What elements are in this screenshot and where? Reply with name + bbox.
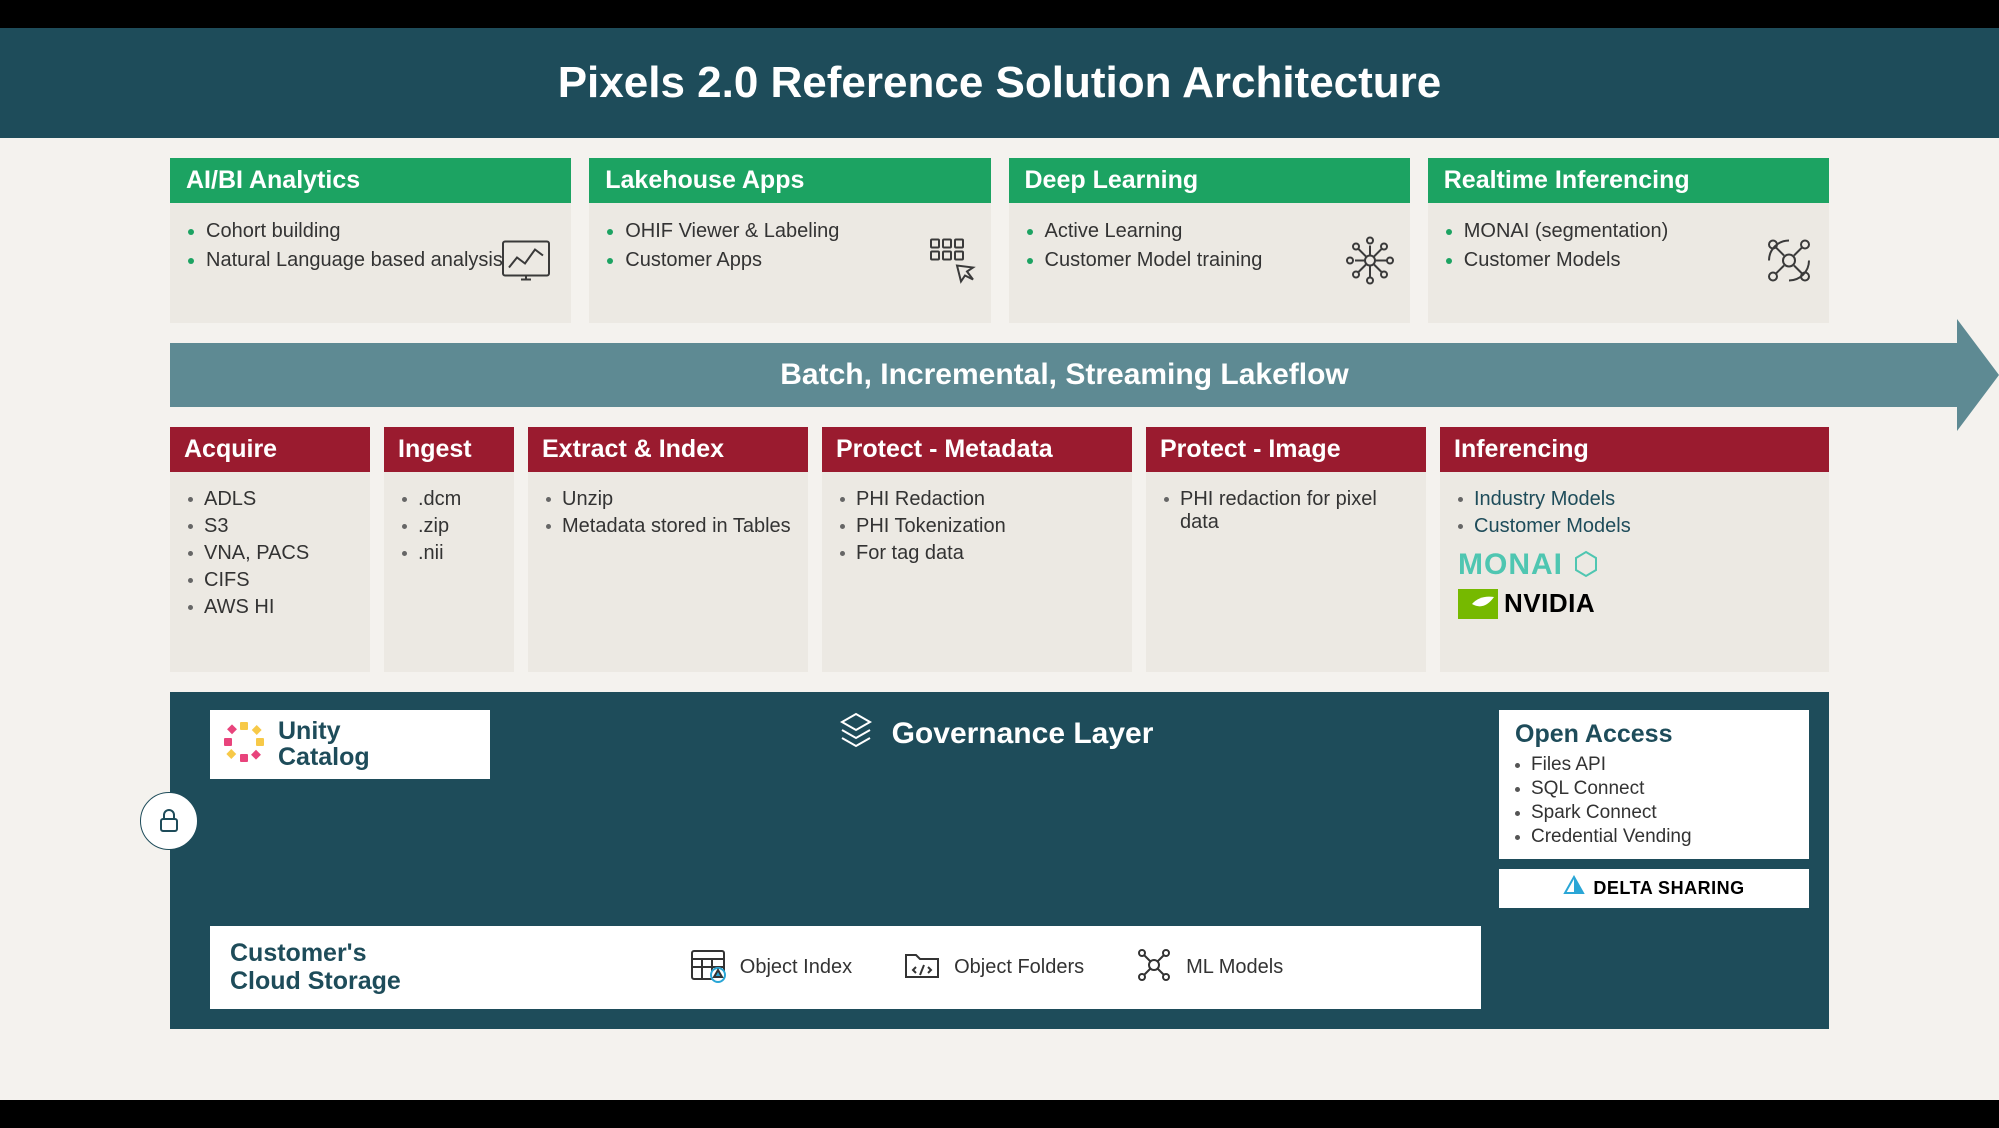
card-protect-image: Protect - Image PHI redaction for pixel …	[1146, 427, 1426, 672]
open-access-card: Open Access Files API SQL Connect Spark …	[1499, 710, 1809, 859]
list-item: Customer Apps	[607, 246, 839, 275]
list-item: .dcm	[402, 486, 500, 513]
list-item: .zip	[402, 513, 500, 540]
card-ai-bi: AI/BI Analytics Cohort building Natural …	[170, 158, 571, 323]
card-extract: Extract & Index Unzip Metadata stored in…	[528, 427, 808, 672]
list-item: PHI Redaction	[840, 486, 1118, 513]
list-item: MONAI (segmentation)	[1446, 217, 1669, 246]
card-title: Deep Learning	[1009, 158, 1410, 203]
list-item: Customer Models	[1458, 513, 1815, 540]
card-title: Lakehouse Apps	[589, 158, 990, 203]
list-item: Industry Models	[1458, 486, 1815, 513]
cloud-storage-card: Customer'sCloud Storage	[210, 926, 1481, 1009]
card-title: Protect - Metadata	[822, 427, 1132, 472]
dashboard-chart-icon	[501, 236, 557, 291]
layers-icon	[836, 710, 876, 758]
list-item: Natural Language based analysis	[188, 246, 503, 275]
pipeline-row: Acquire ADLS S3 VNA, PACS CIFS AWS HI In…	[170, 427, 1829, 672]
lock-icon	[140, 792, 198, 850]
governance-layer-title: Governance Layer	[508, 710, 1481, 758]
delta-sharing-card: DELTA SHARING	[1499, 869, 1809, 908]
storage-item-object-index: Object Index	[688, 945, 852, 991]
list-item: Spark Connect	[1515, 801, 1793, 825]
list-item: .nii	[402, 540, 500, 567]
list-item: ADLS	[188, 486, 356, 513]
inference-nodes-icon	[1763, 235, 1815, 292]
neural-net-icon	[1344, 235, 1396, 292]
card-protect-metadata: Protect - Metadata PHI Redaction PHI Tok…	[822, 427, 1132, 672]
list-item: Unzip	[546, 486, 794, 513]
list-item: Customer Model training	[1027, 246, 1263, 275]
list-item: PHI redaction for pixel data	[1164, 486, 1412, 536]
unity-catalog-label: UnityCatalog	[278, 718, 370, 771]
list-item: VNA, PACS	[188, 540, 356, 567]
code-folder-icon	[902, 945, 942, 991]
list-item: SQL Connect	[1515, 777, 1793, 801]
card-ingest: Ingest .dcm .zip .nii	[384, 427, 514, 672]
list-item: S3	[188, 513, 356, 540]
card-lakehouse-apps: Lakehouse Apps OHIF Viewer & Labeling Cu…	[589, 158, 990, 323]
grid-touch-icon	[927, 236, 977, 291]
card-title: Inferencing	[1440, 427, 1829, 472]
delta-sharing-icon	[1563, 875, 1585, 902]
card-title: Protect - Image	[1146, 427, 1426, 472]
list-item: Credential Vending	[1515, 825, 1793, 849]
unity-catalog-card: UnityCatalog	[210, 710, 490, 779]
card-acquire: Acquire ADLS S3 VNA, PACS CIFS AWS HI	[170, 427, 370, 672]
card-title: Acquire	[170, 427, 370, 472]
page-title: Pixels 2.0 Reference Solution Architectu…	[0, 28, 1999, 138]
storage-item-object-folders: Object Folders	[902, 945, 1084, 991]
list-item: CIFS	[188, 567, 356, 594]
list-item: OHIF Viewer & Labeling	[607, 217, 839, 246]
flow-arrow: Batch, Incremental, Streaming Lakeflow	[170, 343, 1829, 407]
unity-catalog-icon	[222, 720, 266, 769]
list-item: PHI Tokenization	[840, 513, 1118, 540]
card-deep-learning: Deep Learning Active Learning Customer M…	[1009, 158, 1410, 323]
table-grid-icon	[688, 945, 728, 991]
list-item: Customer Models	[1446, 246, 1669, 275]
list-item: Active Learning	[1027, 217, 1263, 246]
card-title: Realtime Inferencing	[1428, 158, 1829, 203]
list-item: For tag data	[840, 540, 1118, 567]
top-row: AI/BI Analytics Cohort building Natural …	[170, 158, 1829, 323]
ml-graph-icon	[1134, 945, 1174, 991]
storage-title: Customer'sCloud Storage	[230, 940, 470, 995]
card-title: Ingest	[384, 427, 514, 472]
nvidia-logo: NVIDIA	[1458, 588, 1815, 619]
monai-logo: MONAI	[1458, 548, 1815, 582]
card-realtime-inferencing: Realtime Inferencing MONAI (segmentation…	[1428, 158, 1829, 323]
list-item: Files API	[1515, 753, 1793, 777]
list-item: Cohort building	[188, 217, 503, 246]
card-inferencing: Inferencing Industry Models Customer Mod…	[1440, 427, 1829, 672]
storage-item-ml-models: ML Models	[1134, 945, 1283, 991]
list-item: Metadata stored in Tables	[546, 513, 794, 540]
card-title: AI/BI Analytics	[170, 158, 571, 203]
list-item: AWS HI	[188, 594, 356, 621]
governance-block: UnityCatalog Governance Layer Open Acc	[170, 692, 1829, 1029]
card-title: Extract & Index	[528, 427, 808, 472]
